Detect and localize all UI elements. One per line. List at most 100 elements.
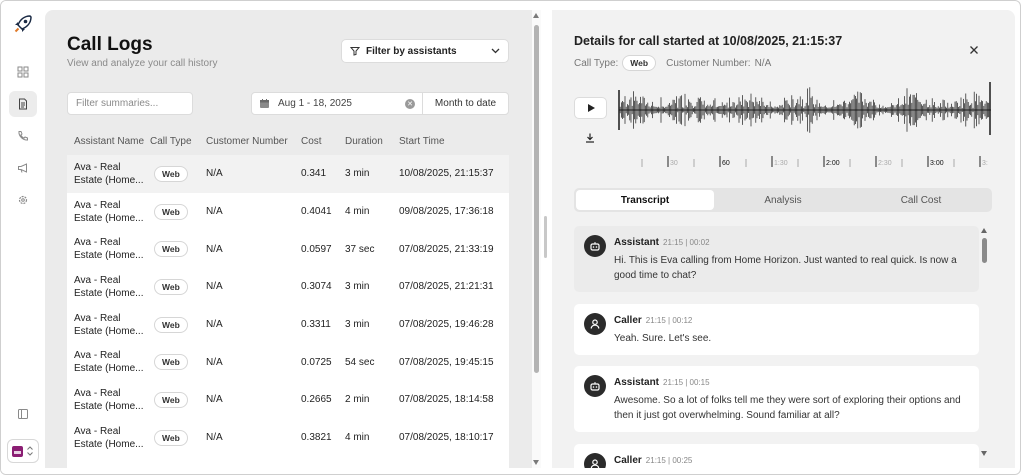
message-timestamp: 21:15 | 00:15 [663,378,710,387]
column-header[interactable]: Call Type [150,136,206,147]
timeline-label: 2:30 [878,160,892,167]
month-to-date-button[interactable]: Month to date [422,92,509,115]
scroll-up-arrow[interactable] [533,13,539,18]
filter-label: Filter by assistants [366,45,457,57]
table-row[interactable]: Ava - Real Estate (Home... Web N/A 0.0725 54 … [67,343,509,382]
bot-icon [584,235,606,257]
timeline-label: 3: [982,160,988,167]
speaker-name: Caller 21:15 | 00:12 [614,315,692,326]
customer-number-value: N/A [754,57,772,69]
table-row[interactable]: Ava - Real Estate (Home... Web N/A 0.3311 3 m… [67,305,509,344]
cost-cell: 0.4041 [301,206,332,218]
sidebar-item-call-logs[interactable] [9,91,37,117]
audio-timeline[interactable]: 30 60 1:30 2:00 2:30 3:00 3: [618,153,992,169]
assistant-name-line: Ava - Real [74,199,121,211]
phone-icon [18,131,28,141]
start-time-cell: 09/08/2025, 17:36:18 [399,206,494,218]
assistant-name-cell: Ava - Real Estate (Home... [67,349,150,375]
assistant-name-cell: Ava - Real Estate (Home... [67,199,150,225]
column-header[interactable]: Start Time [399,136,509,147]
cost-cell: 0.3821 [301,432,332,444]
table-row[interactable]: Ava - Real Estate (Home... Web N/A 0.2665 2 m… [67,381,509,419]
column-header[interactable]: Duration [345,136,399,147]
message-timestamp: 21:15 | 00:02 [663,238,710,247]
assistant-name-cell: Ava - Real Estate (Home... [67,161,150,187]
sidebar-item-campaigns[interactable] [9,155,37,181]
assistant-name-line: Estate (Home... [74,212,144,224]
date-range-picker[interactable]: Aug 1 - 18, 2025 ✕ [251,92,423,115]
assistant-name-line: Ava - Real [74,274,121,286]
table-row[interactable]: Ava - Real [67,456,509,468]
assistant-name-line: Ava - Real [74,161,121,173]
start-time-cell: 07/08/2025, 19:46:28 [399,319,494,331]
filter-by-assistants-button[interactable]: Filter by assistants [341,39,509,63]
calendar-icon [260,99,269,108]
call-logs-table: Assistant Name Call Type Customer Number… [67,128,509,468]
download-button[interactable] [583,131,597,145]
speaker-label: Caller [614,315,642,326]
customer-number-cell: N/A [206,319,223,331]
transcript-message: Caller 21:15 | 00:12 Yeah. Sure. Let's see… [574,304,979,355]
customer-number-cell: N/A [206,356,223,368]
transcript-scrollbar[interactable] [979,226,990,462]
scroll-up-arrow[interactable] [981,228,987,233]
table-row[interactable]: Ava - Real Estate (Home... Web N/A 0.341 3 mi… [67,155,509,193]
column-header[interactable]: Cost [301,136,345,147]
message-timestamp: 21:15 | 00:12 [645,316,693,325]
bot-icon [584,375,606,397]
assistant-name-cell: Ava - Real Estate (Home... [67,387,150,413]
rocket-icon[interactable] [12,13,34,35]
timeline-label: 60 [722,160,730,167]
details-title: Details for call started at 10/08/2025, … [574,34,843,48]
download-icon [586,133,594,143]
tab-analysis[interactable]: Analysis [714,190,852,210]
audio-waveform[interactable] [618,80,992,140]
sidebar-item-settings[interactable] [9,187,37,213]
duration-cell: 54 sec [345,356,375,368]
column-header[interactable]: Customer Number [206,136,301,147]
assistant-name-line: Ava - Real [74,237,121,249]
sidebar-toggle-button[interactable] [9,401,37,427]
tab-transcript[interactable]: Transcript [576,190,714,210]
transcript-message: Assistant 21:15 | 00:15 Awesome. So a lot … [574,366,979,432]
scroll-down-arrow[interactable] [981,451,987,456]
close-button[interactable] [967,43,981,57]
table-row[interactable]: Ava - Real Estate (Home... Web N/A 0.3821 4 m… [67,418,509,457]
call-logs-scrollbar[interactable] [532,10,541,468]
summary-search-input[interactable] [67,92,193,115]
customer-number-cell: N/A [206,206,223,218]
timeline-label: 30 [670,160,678,167]
sidebar-item-phone[interactable] [9,123,37,149]
play-button[interactable] [574,97,607,119]
call-type-cell: Web [150,354,206,371]
message-text: Hi. This is Eva calling from Home Horizo… [614,255,957,281]
app-window: Call Logs View and analyze your call his… [0,0,1021,475]
scroll-down-arrow[interactable] [533,460,539,465]
panel-toggle-icon [18,409,28,419]
call-details-panel: Details for call started at 10/08/2025, … [552,10,1015,468]
column-header[interactable]: Assistant Name [67,135,150,148]
duration-cell: 3 min [345,319,370,331]
cost-cell: 0.2665 [301,394,332,406]
workspace-switcher[interactable] [7,439,39,463]
clear-date-icon[interactable]: ✕ [405,98,415,109]
call-meta: Call Type: Web Customer Number: N/A [574,55,771,71]
customer-number-cell: N/A [206,432,223,444]
table-row[interactable]: Ava - Real Estate (Home... Web N/A 0.3074 3 m… [67,268,509,306]
table-row[interactable]: Ava - Real Estate (Home... Web N/A 0.0597 37 … [67,230,509,269]
tab-call-cost[interactable]: Call Cost [852,190,990,210]
cost-cell: 0.0725 [301,356,332,368]
call-type-cell: Web [150,316,206,333]
call-type-cell: Web [150,241,206,258]
call-type-cell: Web [150,165,206,182]
scroll-thumb[interactable] [534,25,539,373]
assistant-name-line: Ava - Real [74,350,121,362]
start-time-cell: 07/08/2025, 21:33:19 [399,243,494,255]
panel-resize-handle[interactable] [544,216,547,258]
sidebar-item-dashboard[interactable] [9,59,37,85]
table-row[interactable]: Ava - Real Estate (Home... Web N/A 0.4041 4 m… [67,192,509,231]
transcript-list: Assistant 21:15 | 00:02 Hi. This is Eva ca… [574,226,979,468]
scroll-thumb[interactable] [982,238,987,263]
assistant-name-line: Estate (Home... [74,438,144,450]
sidebar [1,1,45,474]
